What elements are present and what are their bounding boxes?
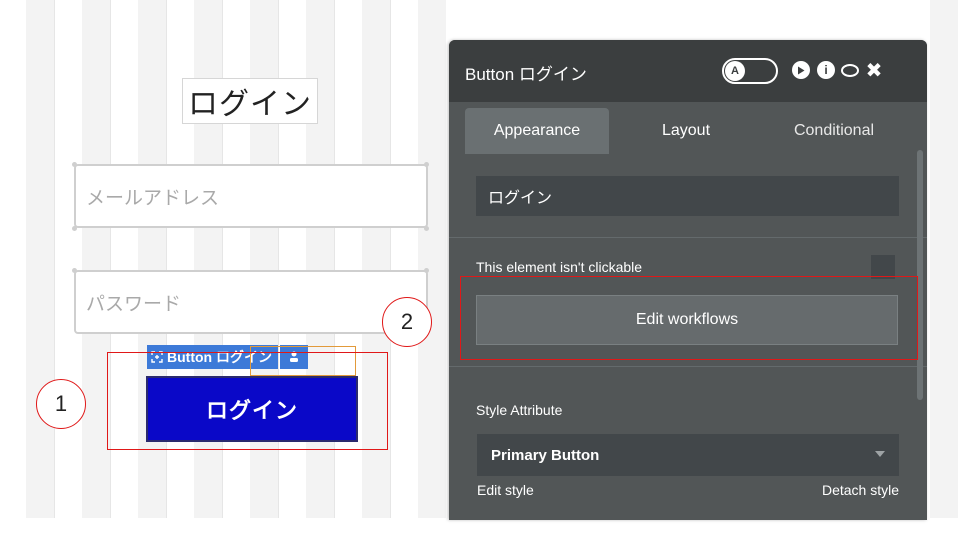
email-field[interactable]: メールアドレス [74,164,428,228]
panel-header: Button ログイン A i ✖ [449,40,927,102]
divider [449,366,927,367]
grid-column [82,0,110,520]
panel-scrollbar[interactable] [917,150,923,400]
style-attribute-select[interactable]: Primary Button [477,434,899,476]
resize-handle[interactable] [72,162,77,167]
tab-conditional[interactable]: Conditional [759,108,909,154]
grid-column [930,0,958,520]
resize-handle[interactable] [424,226,429,231]
edit-style-link[interactable]: Edit style [477,482,534,498]
panel-title: Button ログイン [465,65,587,84]
comment-glyph [841,63,859,77]
toggle-icon[interactable]: A [722,58,778,84]
comment-icon[interactable] [839,59,861,81]
info-glyph: i [817,61,835,79]
play-glyph [792,61,810,79]
password-field[interactable]: パスワード [74,270,428,334]
detach-style-link[interactable]: Detach style [822,482,899,498]
email-placeholder: メールアドレス [86,187,220,209]
button-text-input[interactable]: ログイン [476,176,899,216]
tab-appearance[interactable]: Appearance [465,108,609,154]
resize-handle[interactable] [424,268,429,273]
tab-layout[interactable]: Layout [641,108,731,154]
divider [449,237,927,238]
grid-column [418,0,446,520]
resize-handle[interactable] [424,162,429,167]
annotation-box-2 [460,276,918,360]
close-icon[interactable]: ✖ [863,59,885,82]
grid-column [26,0,54,520]
toggle-knob: A [725,61,745,81]
close-glyph: ✖ [865,59,883,82]
canvas-bottom [0,518,960,540]
annotation-box-1 [107,352,388,450]
play-icon[interactable] [790,59,812,81]
chevron-down-icon [875,451,885,457]
resize-handle[interactable] [72,268,77,273]
page-title[interactable]: ログイン [182,78,318,124]
style-selected-value: Primary Button [491,446,600,464]
callout-marker-2: 2 [382,297,432,347]
info-icon[interactable]: i [815,59,837,81]
resize-handle[interactable] [72,226,77,231]
grid-line [54,0,55,520]
not-clickable-label: This element isn't clickable [476,259,643,275]
style-attribute-label: Style Attribute [476,402,563,418]
grid-line [390,0,391,520]
callout-marker-1: 1 [36,379,86,429]
password-placeholder: パスワード [86,293,182,315]
